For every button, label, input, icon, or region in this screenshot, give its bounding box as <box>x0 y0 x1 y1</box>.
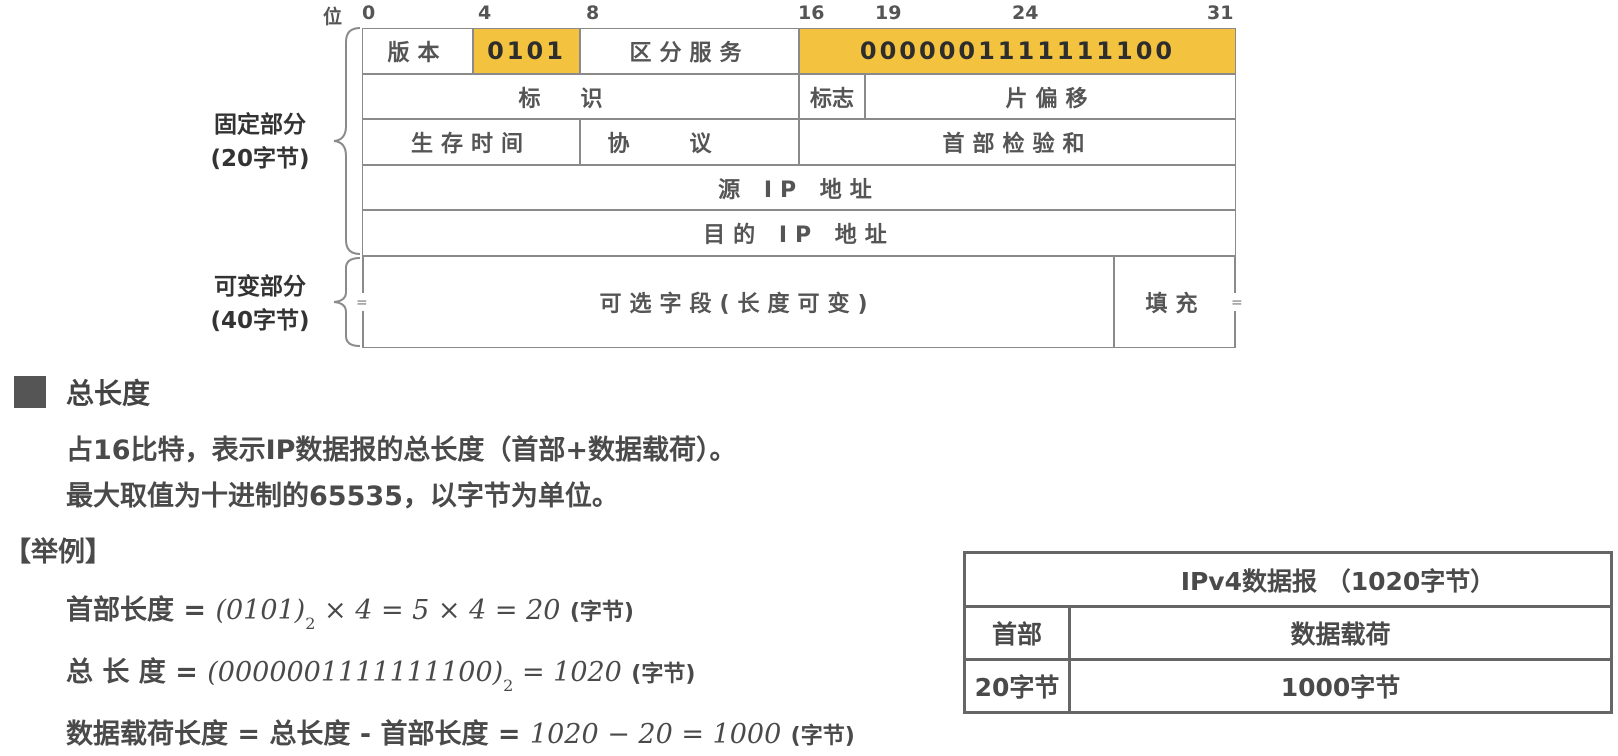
break-mark-left: = <box>356 295 368 311</box>
bit-tick-31: 31 <box>1207 2 1234 24</box>
cell-dscp: 区分服务 <box>580 28 799 74</box>
f3-equals-2: = <box>497 719 521 750</box>
bit-tick-8: 8 <box>586 2 600 24</box>
f2-label: 总 长 度 <box>66 657 166 688</box>
f2-result: = 1020 <box>513 657 622 688</box>
f3-minus: - <box>359 719 372 750</box>
bit-tick-16: 16 <box>798 2 825 24</box>
f1-base: 2 <box>305 614 316 633</box>
formula-header-length: 首部长度 = (0101)2 × 4 = 5 × 4 = 20 (字节) <box>66 588 634 633</box>
variable-part-title: 可变部分 <box>214 274 306 300</box>
f3-label-header: 首部长度 <box>380 719 489 750</box>
cell-padding: 填充 <box>1114 256 1236 348</box>
f2-binary: (0000001111111100) <box>207 657 504 688</box>
section-title: 总长度 <box>66 377 151 410</box>
f1-equals: = <box>183 595 207 626</box>
variable-part-label: 可变部分 (40字节) <box>200 270 320 338</box>
bit-tick-0: 0 <box>362 2 376 24</box>
fixed-part-size: (20字节) <box>210 146 310 172</box>
cell-ttl: 生存时间 <box>362 119 580 165</box>
fixed-part-label: 固定部分 (20字节) <box>200 108 320 176</box>
cell-total-length-value: 0000001111111100 <box>799 28 1236 74</box>
f3-unit: (字节) <box>790 724 855 749</box>
cell-flags: 标志 <box>799 74 865 119</box>
f3-math: 1020 − 20 = 1000 <box>529 719 782 750</box>
datagram-col1-value: 20字节 <box>963 658 1071 714</box>
datagram-title: IPv4数据报 （1020字节） <box>963 551 1613 608</box>
datagram-col1-header: 首部 <box>963 605 1071 661</box>
datagram-col2-header: 数据载荷 <box>1068 605 1613 661</box>
bit-tick-19: 19 <box>875 2 902 24</box>
section-bullet-icon <box>14 376 46 408</box>
f1-binary: (0101) <box>215 595 306 626</box>
f3-label-payload: 数据载荷长度 <box>66 719 228 750</box>
f3-label-total: 总长度 <box>269 719 351 750</box>
formula-total-length: 总 长 度 = (0000001111111100)2 = 1020 (字节) <box>66 650 696 695</box>
break-mark-right: = <box>1231 295 1243 311</box>
cell-identification: 标识 <box>362 74 799 119</box>
f2-base: 2 <box>503 676 514 695</box>
variable-part-size: (40字节) <box>210 308 310 334</box>
cell-version-value: 0101 <box>473 28 580 74</box>
cell-checksum: 首部检验和 <box>799 119 1236 165</box>
f3-equals-1: = <box>237 719 261 750</box>
cell-source-ip: 源 IP 地址 <box>362 165 1236 210</box>
bit-tick-24: 24 <box>1012 2 1039 24</box>
example-label: 【举例】 <box>4 537 112 568</box>
fixed-part-title: 固定部分 <box>214 112 306 138</box>
section-line-1: 占16比特，表示IP数据报的总长度（首部+数据载荷）。 <box>66 435 737 466</box>
brace-fixed-icon <box>333 27 361 255</box>
cell-version: 版本 <box>362 28 473 74</box>
cell-fragment-offset: 片偏移 <box>865 74 1236 119</box>
section-line-2: 最大取值为十进制的65535，以字节为单位。 <box>66 481 619 512</box>
cell-protocol: 协议 <box>580 119 799 165</box>
f2-equals: = <box>175 657 198 688</box>
cell-options: 可选字段(长度可变) <box>362 256 1114 348</box>
bit-ruler-label: 位 <box>323 6 343 28</box>
datagram-col2-value: 1000字节 <box>1068 658 1613 714</box>
cell-dest-ip: 目的 IP 地址 <box>362 210 1236 256</box>
bit-tick-4: 4 <box>478 2 492 24</box>
f1-result: × 4 = 5 × 4 = 20 <box>315 595 561 626</box>
formula-payload-length: 数据载荷长度 = 总长度 - 首部长度 = 1020 − 20 = 1000 (… <box>66 712 855 751</box>
f1-label: 首部长度 <box>66 595 174 626</box>
f1-unit: (字节) <box>569 600 634 625</box>
f2-unit: (字节) <box>631 662 696 687</box>
